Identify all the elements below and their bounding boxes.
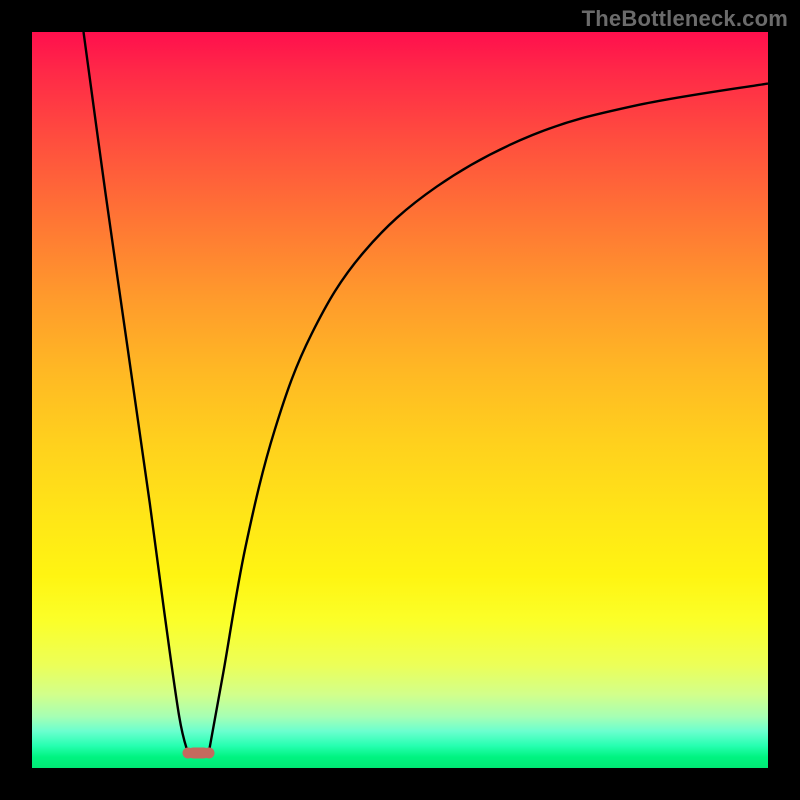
marker-right — [203, 748, 214, 759]
curve-left-branch — [84, 32, 189, 753]
curve-right-branch — [209, 84, 768, 754]
marker-left — [183, 748, 194, 759]
chart-curves-svg — [32, 32, 768, 768]
watermark-text: TheBottleneck.com — [582, 6, 788, 32]
chart-plot-area — [32, 32, 768, 768]
